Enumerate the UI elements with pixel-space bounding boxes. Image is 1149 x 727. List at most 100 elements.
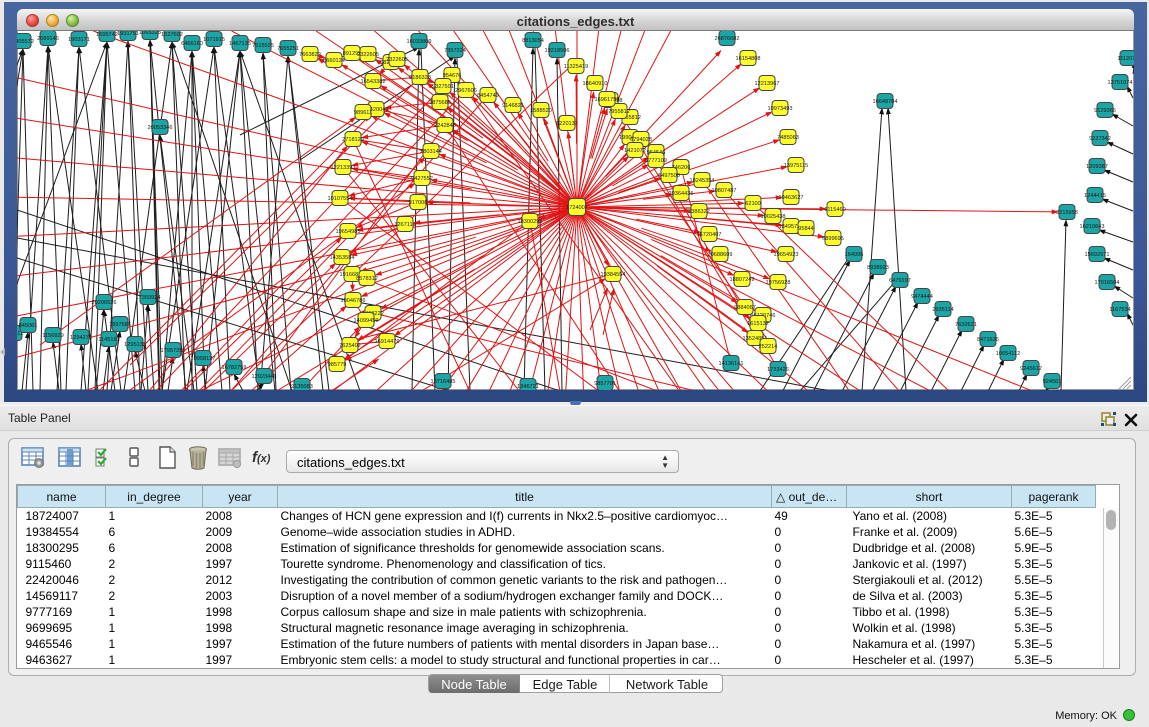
svg-text:8660124: 8660124 — [323, 58, 345, 64]
svg-text:1931751: 1931751 — [117, 31, 139, 37]
svg-text:3875685: 3875685 — [429, 100, 451, 106]
svg-text:7515525: 7515525 — [252, 43, 274, 49]
svg-text:1065328: 1065328 — [139, 31, 161, 36]
svg-text:6466160: 6466160 — [181, 41, 203, 47]
svg-text:7955812: 7955812 — [608, 109, 630, 115]
svg-text:2322605: 2322605 — [357, 52, 379, 58]
svg-text:1421072: 1421072 — [624, 148, 646, 154]
svg-text:7655251: 7655251 — [277, 46, 299, 52]
svg-text:3267110: 3267110 — [394, 222, 415, 228]
svg-text:7663822: 7663822 — [299, 52, 321, 58]
svg-text:20206526: 20206526 — [92, 300, 117, 306]
svg-text:19218506: 19218506 — [545, 48, 570, 54]
svg-text:9857791: 9857791 — [594, 381, 616, 387]
svg-text:18300295: 18300295 — [518, 219, 543, 225]
svg-text:1615132: 1615132 — [747, 321, 769, 327]
svg-text:19654985: 19654985 — [336, 229, 361, 235]
svg-text:16033809: 16033809 — [407, 39, 432, 45]
svg-text:16154808: 16154808 — [736, 56, 761, 62]
svg-text:26876682: 26876682 — [715, 36, 740, 42]
svg-text:1997586: 1997586 — [109, 322, 131, 328]
svg-text:917008: 917008 — [409, 200, 428, 206]
svg-text:9884067: 9884067 — [734, 305, 756, 311]
svg-text:16961758: 16961758 — [595, 97, 620, 103]
svg-text:10654112: 10654112 — [996, 351, 1020, 357]
svg-text:9327501: 9327501 — [432, 84, 454, 90]
svg-text:15692971: 15692971 — [1085, 252, 1110, 258]
svg-text:8186328: 8186328 — [409, 75, 431, 81]
svg-text:10973493: 10973493 — [768, 106, 793, 112]
svg-text:1695742: 1695742 — [96, 32, 118, 38]
svg-text:9146821: 9146821 — [502, 103, 524, 109]
svg-text:9227342: 9227342 — [1089, 136, 1111, 142]
svg-text:1467135: 1467135 — [229, 41, 251, 47]
svg-text:16648784: 16648784 — [873, 99, 898, 105]
svg-text:1724007: 1724007 — [566, 205, 588, 211]
svg-text:11325419: 11325419 — [564, 64, 588, 70]
svg-text:1209387: 1209387 — [1086, 164, 1108, 170]
svg-text:1112071: 1112071 — [1118, 56, 1134, 62]
svg-text:16210643: 16210643 — [1080, 224, 1105, 230]
svg-text:19463627: 19463627 — [779, 195, 804, 201]
svg-text:12213967: 12213967 — [755, 81, 780, 87]
svg-text:2967606: 2967606 — [455, 88, 477, 94]
svg-text:8813054: 8813054 — [522, 38, 544, 44]
svg-text:14099459: 14099459 — [354, 318, 379, 324]
svg-text:1903171: 1903171 — [68, 37, 90, 43]
svg-text:10046786: 10046786 — [341, 298, 366, 304]
svg-text:1167534: 1167534 — [1109, 307, 1130, 313]
svg-text:924561: 924561 — [1043, 379, 1062, 385]
svg-text:9129366: 9129366 — [1094, 108, 1116, 114]
svg-text:1527602: 1527602 — [161, 32, 183, 38]
svg-text:7485063: 7485063 — [777, 135, 799, 141]
svg-text:17016504: 17016504 — [1095, 280, 1120, 286]
svg-text:1294275: 1294275 — [70, 335, 92, 341]
svg-text:9115460: 9115460 — [824, 207, 845, 213]
svg-text:20364436: 20364436 — [669, 191, 694, 197]
svg-text:2803144: 2803144 — [420, 149, 442, 155]
svg-text:14353584: 14353584 — [330, 255, 355, 261]
svg-text:62100: 62100 — [745, 201, 761, 207]
svg-text:6899695: 6899695 — [822, 236, 844, 242]
svg-text:10807487: 10807487 — [712, 188, 737, 194]
svg-text:12213393: 12213393 — [331, 165, 356, 171]
svg-text:3215958: 3215958 — [1056, 210, 1078, 216]
svg-text:1588520: 1588520 — [530, 108, 552, 114]
svg-text:1156829: 1156829 — [42, 333, 63, 339]
svg-text:7357224: 7357224 — [444, 48, 466, 54]
svg-text:252214: 252214 — [759, 344, 778, 350]
svg-text:8471636: 8471636 — [977, 337, 999, 343]
svg-text:13716485: 13716485 — [431, 379, 456, 385]
svg-text:9777109: 9777109 — [645, 158, 667, 164]
svg-text:1145191: 1145191 — [98, 337, 119, 343]
svg-text:16543382: 16543382 — [361, 79, 386, 85]
svg-text:7625402: 7625402 — [339, 343, 361, 349]
svg-text:2242848: 2242848 — [434, 123, 456, 129]
svg-text:6497508: 6497508 — [658, 173, 680, 179]
svg-text:9135083: 9135083 — [291, 384, 313, 390]
svg-text:12923446: 12923446 — [252, 374, 277, 380]
svg-text:9245612: 9245612 — [1020, 366, 1042, 372]
svg-text:1295135: 1295135 — [124, 342, 146, 348]
svg-text:15720407: 15720407 — [697, 232, 722, 238]
svg-text:10688609: 10688609 — [708, 252, 733, 258]
svg-text:985779: 985779 — [328, 362, 347, 368]
svg-text:1346721: 1346721 — [517, 384, 539, 390]
svg-text:2935114: 2935114 — [932, 307, 953, 313]
svg-text:845061: 845061 — [19, 323, 38, 329]
svg-text:18245354: 18245354 — [690, 178, 715, 184]
svg-text:19756928: 19756928 — [766, 280, 791, 286]
svg-text:20053346: 20053346 — [148, 125, 173, 131]
svg-text:2089146: 2089146 — [37, 36, 59, 42]
svg-text:17359924: 17359924 — [136, 295, 161, 301]
svg-text:13975115: 13975115 — [784, 163, 808, 169]
svg-text:19654923: 19654923 — [774, 252, 799, 258]
svg-text:1244415: 1244415 — [1084, 193, 1106, 199]
svg-text:164095: 164095 — [845, 252, 864, 258]
svg-text:989611: 989611 — [354, 110, 372, 116]
svg-text:9427552: 9427552 — [411, 176, 433, 182]
svg-text:19384554: 19384554 — [601, 272, 626, 278]
svg-text:2386322: 2386322 — [688, 209, 710, 215]
svg-text:1405572: 1405572 — [17, 39, 34, 45]
svg-text:18807249: 18807249 — [730, 277, 755, 283]
